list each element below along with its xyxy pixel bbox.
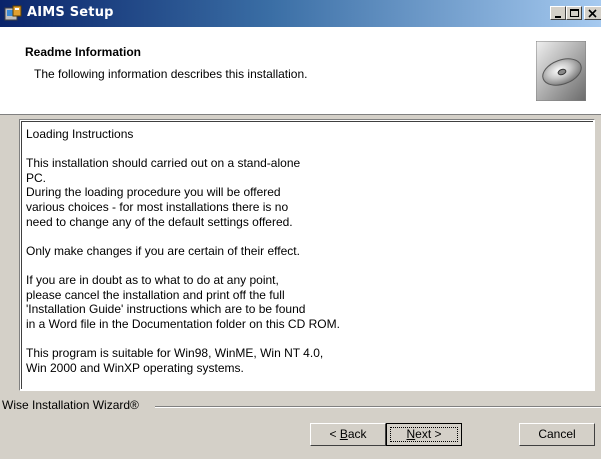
readme-line: This program is suitable for Win98, WinM… [26, 346, 324, 360]
close-icon[interactable] [584, 6, 601, 20]
readme-line: If you are in doubt as to what to do at … [26, 273, 279, 287]
readme-line: 'Installation Guide' instructions which … [26, 302, 306, 317]
readme-line: PC. [26, 170, 47, 185]
back-button[interactable]: < Back [310, 423, 386, 446]
next-button[interactable]: Next > [386, 423, 462, 446]
header-description: The following information describes this… [34, 67, 308, 81]
next-label: ext > [415, 427, 442, 441]
back-label: ack [347, 427, 367, 441]
cancel-button[interactable]: Cancel [519, 423, 595, 446]
readme-line: This installation should carried out on … [26, 156, 301, 171]
cd-icon [535, 40, 587, 102]
readme-textbox[interactable]: Loading Instructions This installation sh… [19, 119, 595, 391]
maximize-icon[interactable] [566, 6, 582, 20]
readme-line: Loading Instructions [26, 127, 134, 141]
readme-line: please cancel the installation and print… [26, 287, 285, 302]
header-panel: Readme Information The following informa… [0, 27, 601, 115]
readme-line: During the loading procedure you will be… [26, 185, 281, 200]
window-title: AIMS Setup [27, 5, 114, 20]
readme-line: various choices - for most installations… [26, 200, 289, 214]
readme-line: Only make changes if you are certain of … [26, 243, 300, 258]
readme-line: need to change any of the default settin… [26, 214, 293, 229]
header-title: Readme Information [25, 45, 142, 59]
minimize-icon[interactable] [550, 6, 566, 20]
readme-line: in a Word file in the Documentation fold… [26, 316, 340, 331]
footer-separator-highlight [155, 407, 601, 408]
wise-installation-wizard-label: Wise Installation Wizard® [2, 398, 139, 412]
back-mnemonic: B [339, 427, 348, 441]
title-bar[interactable]: AIMS Setup [0, 0, 601, 27]
back-prefix: < [329, 427, 340, 441]
next-mnemonic: N [406, 427, 416, 441]
readme-line: Win 2000 and WinXP operating systems. [26, 360, 244, 375]
setup-app-icon [4, 5, 22, 22]
focus-rect: Next > [390, 427, 458, 442]
